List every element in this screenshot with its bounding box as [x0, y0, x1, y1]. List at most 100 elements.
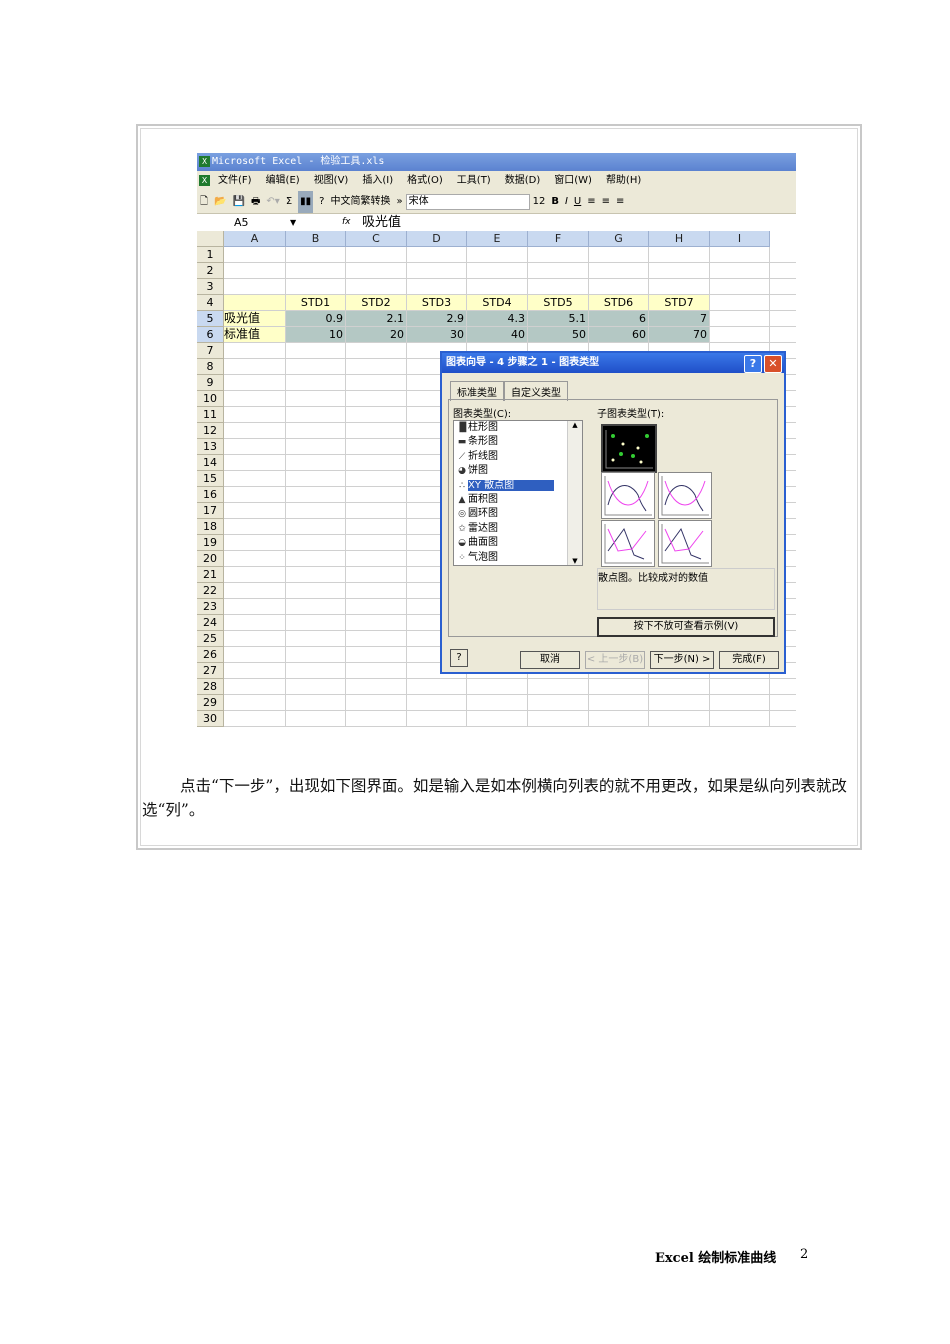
- cell[interactable]: [770, 695, 796, 711]
- cell[interactable]: [346, 535, 407, 551]
- cell[interactable]: [224, 295, 286, 311]
- menu-item[interactable]: 格式(O): [407, 175, 443, 186]
- cell[interactable]: [224, 343, 286, 359]
- cell[interactable]: [286, 263, 346, 279]
- align-right-icon[interactable]: ≡: [616, 191, 624, 213]
- row-header[interactable]: 11: [197, 407, 224, 423]
- cell[interactable]: [224, 279, 286, 295]
- cell[interactable]: [346, 631, 407, 647]
- column-header[interactable]: E: [467, 231, 528, 247]
- row-header[interactable]: 22: [197, 583, 224, 599]
- cell[interactable]: [407, 711, 467, 727]
- row-header[interactable]: 27: [197, 663, 224, 679]
- cell[interactable]: [346, 455, 407, 471]
- cell[interactable]: STD7: [649, 295, 710, 311]
- cell[interactable]: 2.1: [346, 311, 407, 327]
- cell[interactable]: [286, 679, 346, 695]
- cell[interactable]: [346, 375, 407, 391]
- cell[interactable]: 10: [286, 327, 346, 343]
- close-button[interactable]: ✕: [764, 355, 782, 373]
- menu-item[interactable]: 帮助(H): [606, 175, 641, 186]
- column-header[interactable]: A: [224, 231, 286, 247]
- cell[interactable]: 50: [528, 327, 589, 343]
- cell[interactable]: [346, 359, 407, 375]
- column-header[interactable]: H: [649, 231, 710, 247]
- cell[interactable]: [224, 423, 286, 439]
- column-header[interactable]: B: [286, 231, 346, 247]
- row-header[interactable]: 25: [197, 631, 224, 647]
- chart-type-item[interactable]: ◎ 圆环图: [454, 507, 582, 521]
- fx-icon[interactable]: fx: [342, 214, 351, 231]
- cell[interactable]: [589, 279, 649, 295]
- cell[interactable]: [286, 695, 346, 711]
- cell[interactable]: [589, 711, 649, 727]
- cell[interactable]: [286, 487, 346, 503]
- cell[interactable]: [528, 679, 589, 695]
- cell[interactable]: [346, 503, 407, 519]
- cell[interactable]: [224, 567, 286, 583]
- cell[interactable]: [224, 647, 286, 663]
- cell[interactable]: [286, 423, 346, 439]
- menu-item[interactable]: 数据(D): [505, 175, 541, 186]
- cell[interactable]: [770, 311, 796, 327]
- cell[interactable]: [407, 279, 467, 295]
- cell[interactable]: [286, 583, 346, 599]
- chart-wizard-icon[interactable]: ▮▮: [298, 191, 314, 213]
- chart-type-item[interactable]: ▬ 条形图: [454, 435, 582, 449]
- cell[interactable]: STD6: [589, 295, 649, 311]
- cell[interactable]: [286, 551, 346, 567]
- column-header[interactable]: D: [407, 231, 467, 247]
- cell[interactable]: 6: [589, 311, 649, 327]
- row-header[interactable]: 15: [197, 471, 224, 487]
- menu-item[interactable]: 工具(T): [457, 175, 491, 186]
- cell[interactable]: [346, 583, 407, 599]
- cell[interactable]: [770, 263, 796, 279]
- cell[interactable]: STD3: [407, 295, 467, 311]
- cell[interactable]: [649, 679, 710, 695]
- save-icon[interactable]: 💾: [233, 191, 245, 213]
- cell[interactable]: 吸光值: [224, 311, 286, 327]
- cell[interactable]: [770, 327, 796, 343]
- cell[interactable]: [286, 519, 346, 535]
- cell[interactable]: STD4: [467, 295, 528, 311]
- subtype-scatter-markers[interactable]: [601, 424, 657, 473]
- row-header[interactable]: 28: [197, 679, 224, 695]
- cell[interactable]: [407, 695, 467, 711]
- cell[interactable]: [710, 279, 770, 295]
- chart-type-item[interactable]: ∴ XY 散点图: [454, 479, 582, 493]
- open-icon[interactable]: 📂: [214, 191, 226, 213]
- cell[interactable]: STD5: [528, 295, 589, 311]
- row-header[interactable]: 16: [197, 487, 224, 503]
- cell[interactable]: 4.3: [467, 311, 528, 327]
- cell[interactable]: [710, 327, 770, 343]
- chart-type-item[interactable]: ⁘ 气泡图: [454, 551, 582, 565]
- cell[interactable]: [710, 247, 770, 263]
- row-header[interactable]: 29: [197, 695, 224, 711]
- autosum-button[interactable]: Σ: [286, 191, 292, 213]
- cell[interactable]: [286, 247, 346, 263]
- subtype-smooth-markers[interactable]: [601, 472, 655, 519]
- cell[interactable]: [286, 599, 346, 615]
- more-icon[interactable]: »: [396, 191, 402, 213]
- help-icon[interactable]: ?: [319, 191, 324, 213]
- cell[interactable]: [589, 679, 649, 695]
- row-header[interactable]: 14: [197, 455, 224, 471]
- cell[interactable]: [286, 439, 346, 455]
- undo-icon[interactable]: ↶▾: [266, 191, 279, 213]
- menu-item[interactable]: 编辑(E): [266, 175, 300, 186]
- cell[interactable]: [224, 263, 286, 279]
- row-header[interactable]: 26: [197, 647, 224, 663]
- cell[interactable]: [710, 263, 770, 279]
- cell[interactable]: [346, 439, 407, 455]
- row-header[interactable]: 23: [197, 599, 224, 615]
- font-size-select[interactable]: 12: [533, 191, 546, 213]
- cell[interactable]: [710, 311, 770, 327]
- row-header[interactable]: 12: [197, 423, 224, 439]
- menu-item[interactable]: 窗口(W): [554, 175, 592, 186]
- chart-type-item[interactable]: ◕ 饼图: [454, 464, 582, 478]
- cell[interactable]: [286, 407, 346, 423]
- print-icon[interactable]: 🖶: [251, 191, 260, 213]
- cell[interactable]: [224, 615, 286, 631]
- cell[interactable]: [286, 503, 346, 519]
- cell[interactable]: [346, 487, 407, 503]
